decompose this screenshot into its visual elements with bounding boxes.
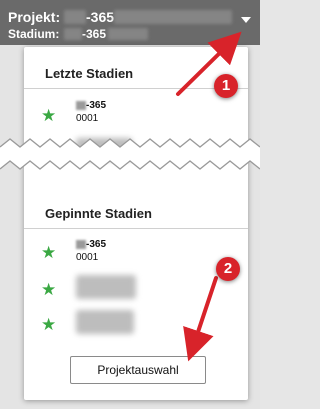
arrow-to-project-select: [183, 276, 218, 362]
annotation-arrows: [176, 31, 242, 362]
annotation-badge-2: 2: [216, 257, 240, 281]
screenshot-stage: Projekt: -365 Stadium: -365 Letzte Stadi…: [0, 0, 260, 409]
annotation-badge-1: 1: [214, 74, 238, 98]
